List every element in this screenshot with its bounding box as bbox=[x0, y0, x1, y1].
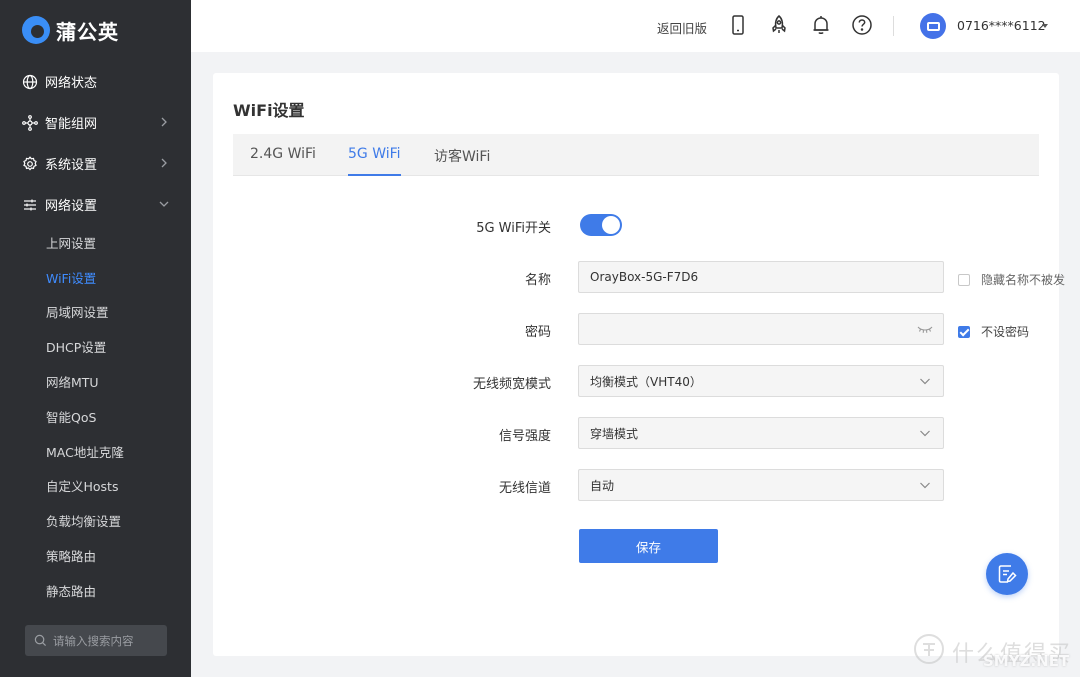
sliders-icon bbox=[22, 197, 38, 213]
globe-icon bbox=[22, 74, 38, 90]
caret-down-icon[interactable] bbox=[1042, 24, 1048, 28]
eye-closed-icon[interactable] bbox=[917, 324, 933, 334]
bandwidth-select[interactable]: 均衡模式（VHT40） bbox=[578, 365, 944, 397]
chevron-right-icon bbox=[161, 117, 167, 127]
sidebar-search-input[interactable] bbox=[53, 633, 163, 648]
gear-icon bbox=[22, 155, 38, 172]
no-password-label: 不设密码 bbox=[981, 325, 1030, 339]
password-label: 密码 bbox=[524, 325, 551, 340]
sidebar-menu: 网络状态 智能组网 系统设置 网络设置 上网设置 WiFi设置 局域网设置 DH… bbox=[0, 61, 191, 608]
submenu-item-lan-settings[interactable]: 局域网设置 bbox=[0, 295, 191, 330]
ssid-label: 名称 bbox=[524, 273, 551, 288]
top-header: 返回旧版 0716****6112 bbox=[191, 0, 1080, 52]
sidebar: 蒲公英 网络状态 智能组网 系统设置 网络设置 上网设置 WiFi设置 局域网设… bbox=[0, 0, 191, 677]
password-input[interactable] bbox=[590, 322, 890, 336]
sidebar-item-network-status[interactable]: 网络状态 bbox=[0, 61, 191, 102]
tab-5g-wifi[interactable]: 5G WiFi bbox=[348, 146, 401, 176]
chevron-down-icon bbox=[920, 430, 930, 437]
network-settings-submenu: 上网设置 WiFi设置 局域网设置 DHCP设置 网络MTU 智能QoS MAC… bbox=[0, 225, 191, 608]
chevron-right-icon bbox=[161, 158, 167, 168]
rocket-icon[interactable] bbox=[768, 14, 790, 36]
card-icon bbox=[926, 21, 940, 31]
tab-guest-wifi[interactable]: 访客WiFi bbox=[434, 146, 490, 176]
ssid-input[interactable] bbox=[590, 270, 890, 284]
search-icon bbox=[34, 634, 47, 647]
bandwidth-value: 均衡模式（VHT40） bbox=[590, 374, 702, 389]
brand-name: 蒲公英 bbox=[56, 19, 119, 44]
brand-logo[interactable]: 蒲公英 bbox=[22, 14, 119, 46]
signal-strength-label: 信号强度 bbox=[498, 429, 551, 444]
submenu-item-smart-qos[interactable]: 智能QoS bbox=[0, 399, 191, 434]
phone-icon[interactable] bbox=[727, 14, 749, 36]
signal-strength-value: 穿墙模式 bbox=[590, 426, 639, 441]
avatar[interactable] bbox=[920, 13, 946, 39]
channel-select[interactable]: 自动 bbox=[578, 469, 944, 501]
old-version-link[interactable]: 返回旧版 bbox=[657, 18, 707, 37]
tab-2-4g-wifi[interactable]: 2.4G WiFi bbox=[250, 146, 316, 176]
sidebar-item-label: 系统设置 bbox=[45, 158, 98, 173]
submenu-item-mac-clone[interactable]: MAC地址克隆 bbox=[0, 434, 191, 469]
wifi-5g-toggle[interactable] bbox=[580, 214, 622, 236]
chevron-down-icon bbox=[159, 201, 169, 207]
chevron-down-icon bbox=[920, 482, 930, 489]
feedback-fab[interactable] bbox=[986, 553, 1028, 595]
hide-ssid-label: 隐藏名称不被发 bbox=[981, 273, 1066, 287]
submenu-item-static-routing[interactable]: 静态路由 bbox=[0, 573, 191, 608]
page-title: WiFi设置 bbox=[233, 101, 305, 120]
sidebar-item-label: 网络状态 bbox=[45, 76, 98, 91]
note-edit-icon bbox=[998, 565, 1017, 583]
wifi-switch-label: 5G WiFi开关 bbox=[476, 221, 551, 236]
sidebar-item-label: 智能组网 bbox=[45, 117, 98, 132]
help-icon[interactable] bbox=[851, 14, 873, 36]
submenu-item-network-mtu[interactable]: 网络MTU bbox=[0, 364, 191, 399]
no-password-option[interactable]: 不设密码 bbox=[958, 323, 1029, 340]
submenu-item-internet-settings[interactable]: 上网设置 bbox=[0, 225, 191, 260]
submenu-item-dhcp-settings[interactable]: DHCP设置 bbox=[0, 329, 191, 364]
password-field bbox=[578, 313, 944, 345]
user-account[interactable]: 0716****6112 bbox=[957, 18, 1046, 33]
network-icon bbox=[22, 114, 38, 131]
submenu-item-wifi-settings[interactable]: WiFi设置 bbox=[0, 260, 191, 295]
header-divider bbox=[893, 16, 894, 36]
submenu-item-custom-hosts[interactable]: 自定义Hosts bbox=[0, 469, 191, 504]
wifi-settings-card: WiFi设置 2.4G WiFi 5G WiFi 访客WiFi 5G WiFi开… bbox=[213, 73, 1065, 656]
hide-ssid-option[interactable]: 隐藏名称不被发 bbox=[958, 271, 1065, 288]
wifi-tabs: 2.4G WiFi 5G WiFi 访客WiFi bbox=[233, 134, 1039, 176]
save-button[interactable]: 保存 bbox=[579, 529, 718, 563]
signal-strength-select[interactable]: 穿墙模式 bbox=[578, 417, 944, 449]
hide-ssid-checkbox[interactable] bbox=[958, 273, 970, 286]
dandelion-logo-icon bbox=[22, 16, 50, 44]
chevron-down-icon bbox=[920, 378, 930, 385]
channel-label: 无线信道 bbox=[498, 481, 551, 496]
sidebar-item-network-settings[interactable]: 网络设置 bbox=[0, 184, 191, 225]
ssid-field bbox=[578, 261, 944, 293]
sidebar-search bbox=[25, 625, 167, 656]
watermark: 什么值得买 SMYZ.NET bbox=[912, 632, 1077, 672]
no-password-checkbox[interactable] bbox=[958, 325, 970, 338]
submenu-item-policy-routing[interactable]: 策略路由 bbox=[0, 538, 191, 573]
submenu-item-load-balancing[interactable]: 负载均衡设置 bbox=[0, 503, 191, 538]
sidebar-item-system-settings[interactable]: 系统设置 bbox=[0, 143, 191, 184]
bandwidth-label: 无线频宽模式 bbox=[472, 377, 551, 392]
watermark-logo-icon bbox=[914, 634, 944, 664]
bell-icon[interactable] bbox=[810, 14, 832, 36]
sidebar-item-label: 网络设置 bbox=[45, 199, 98, 214]
sidebar-item-smart-network[interactable]: 智能组网 bbox=[0, 102, 191, 143]
channel-value: 自动 bbox=[590, 478, 615, 493]
watermark-sub: SMYZ.NET bbox=[983, 652, 1070, 670]
